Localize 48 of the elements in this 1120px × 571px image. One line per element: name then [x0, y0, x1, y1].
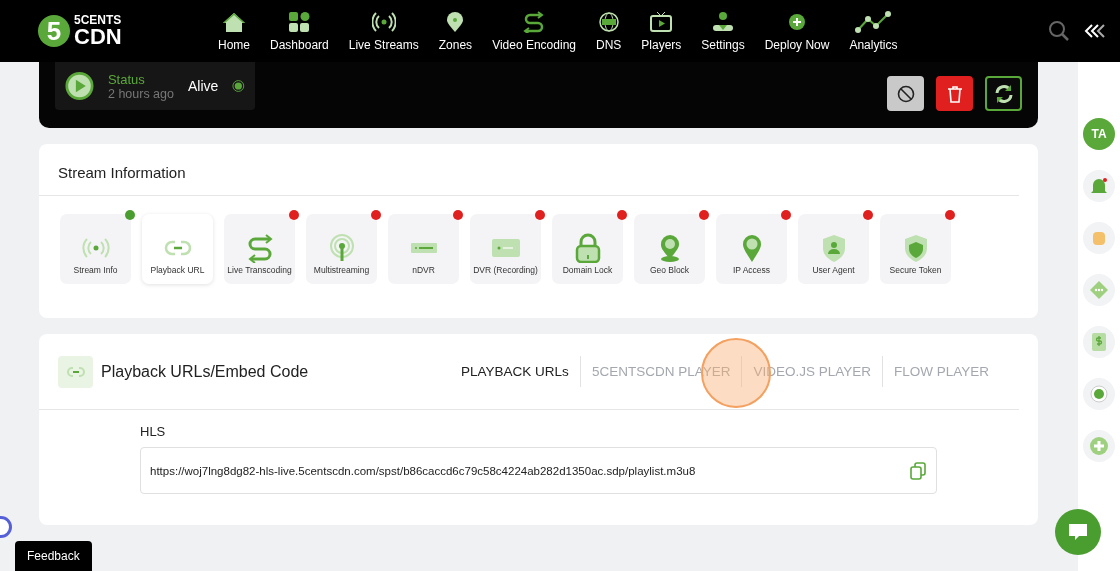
record-icon[interactable] — [1083, 378, 1115, 410]
globe-icon — [596, 10, 621, 33]
card-title: Stream Information — [58, 164, 186, 181]
feedback-button[interactable]: Feedback — [15, 541, 92, 571]
block-icon — [896, 84, 915, 103]
nav-item[interactable]: Dashboard — [260, 10, 339, 52]
nav-item[interactable]: Video Encoding — [482, 10, 586, 52]
chat-button[interactable] — [1055, 509, 1101, 555]
delete-button[interactable] — [936, 76, 973, 111]
tv-icon — [649, 10, 674, 33]
player-tab[interactable]: PLAYBACK URLs — [450, 356, 580, 387]
feature-tile[interactable]: Playback URL — [142, 214, 213, 284]
nav-item[interactable]: Home — [208, 10, 260, 52]
collapse-chevrons-icon[interactable] — [1084, 23, 1108, 39]
trash-icon — [946, 84, 963, 103]
logo-text: CDN — [74, 26, 122, 48]
diamond-dots-icon[interactable] — [1083, 274, 1115, 306]
nav-item[interactable]: Zones — [428, 10, 483, 52]
logo-text: 5CENTS — [74, 14, 122, 26]
status-time: 2 hours ago — [107, 86, 174, 101]
device-bar-icon — [410, 243, 437, 254]
link-icon — [58, 355, 93, 388]
chat-bubble-icon — [1067, 522, 1089, 542]
copy-icon[interactable] — [910, 461, 926, 480]
field-label: HLS — [140, 424, 167, 439]
search-icon[interactable] — [1048, 20, 1070, 42]
nav-item[interactable]: Deploy Now — [754, 10, 840, 52]
nav-item[interactable]: DNS — [586, 10, 632, 52]
nav-item[interactable]: Settings — [691, 10, 755, 52]
play-icon — [65, 70, 94, 102]
bell-icon[interactable] — [1083, 170, 1115, 202]
home-icon — [222, 10, 246, 33]
grid-icon — [287, 10, 312, 33]
nav-item[interactable]: Analytics — [839, 10, 908, 52]
broadcast-icon — [371, 10, 396, 33]
refresh-button[interactable] — [985, 76, 1022, 111]
nav-item[interactable]: Players — [631, 10, 692, 52]
logo-badge: 5 — [38, 15, 70, 47]
nav-item[interactable]: Live Streams — [338, 10, 429, 52]
person-icon — [711, 10, 735, 33]
disable-button[interactable] — [887, 76, 924, 111]
status-state: Alive — [188, 78, 219, 94]
card-title: Playback URLs/Embed Code — [101, 362, 310, 381]
status-label: Status — [107, 71, 146, 87]
dollar-receipt-icon[interactable] — [1083, 326, 1115, 358]
url-field[interactable]: https://woj7lng8dg82-hls-live.5centscdn.com/spst/b86caccd6c79c58c4224ab282d1350ac.sdp/playlist.m3u8 — [140, 447, 937, 494]
line-chart-icon — [855, 10, 892, 33]
recorder-icon — [491, 238, 520, 259]
